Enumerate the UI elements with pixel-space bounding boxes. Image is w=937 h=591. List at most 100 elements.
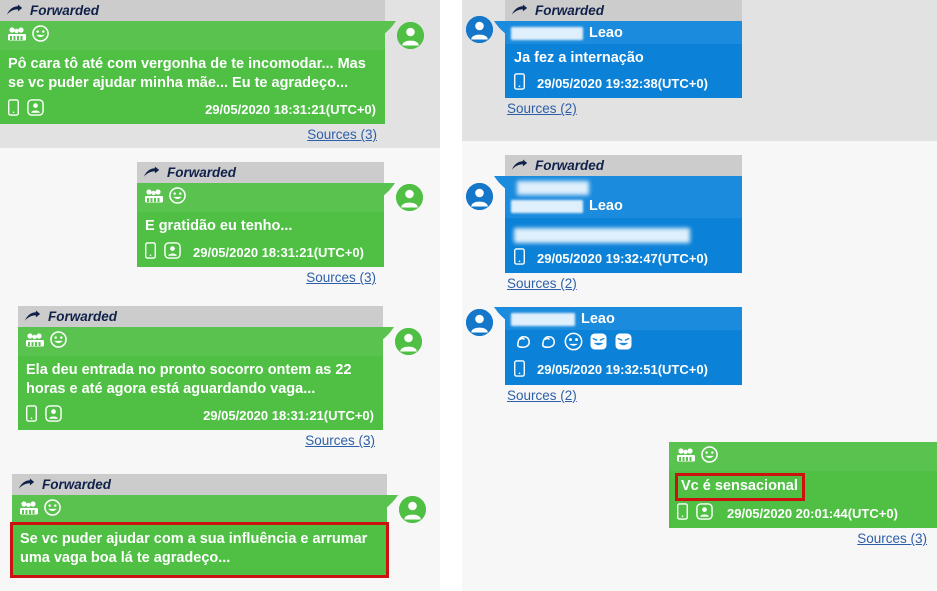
message-bubble-outgoing[interactable]: Pô cara tô até com vergonha de te incomo… [0,21,396,125]
avatar [466,183,493,210]
message-meta: 29/05/2020 20:01:44(UTC+0) [669,501,937,528]
bubble-header [137,183,384,212]
message-timestamp: 29/05/2020 19:32:38(UTC+0) [537,75,708,91]
grinning-face-emoji [50,331,67,353]
sources-link-wrap: Sources (3) [137,267,384,291]
message-row[interactable]: Forwarded [0,298,440,464]
forwarded-arrow-icon [143,166,160,179]
bubble-header [18,327,383,356]
bubble-header [669,442,937,471]
message-timestamp: 29/05/2020 19:32:51(UTC+0) [537,362,708,378]
message-row[interactable]: Forwarded Leao 29/05/2020 19:32:47(UTC+0… [462,141,937,299]
forwarded-banner: Forwarded [505,0,742,21]
bubble-header [12,495,387,524]
sources-link[interactable]: Sources (3) [307,127,377,142]
flexed-biceps-emoji [514,332,533,356]
right-conversation-panel: Forwarded Leao Ja fez a internação 29/05… [462,0,937,591]
grinning-face-emoji [701,446,718,468]
message-text: Ja fez a internação [514,50,644,66]
bubble-header: Leao [505,307,742,330]
panel-divider [440,0,462,591]
forwarded-arrow-icon [24,310,41,323]
forwarded-label: Forwarded [48,309,118,324]
phone-icon [514,73,525,93]
redacted-name-bar [511,26,583,40]
message-meta: 29/05/2020 18:31:21(UTC+0) [137,240,384,267]
phone-icon [514,248,525,268]
phone-icon [677,503,688,523]
bubble-tail-icon [494,21,506,47]
forwarded-banner: Forwarded [18,306,383,327]
message-meta: 29/05/2020 18:31:21(UTC+0) [0,97,385,124]
message-text-redacted [505,218,742,246]
bubble-tail-icon [382,327,394,353]
message-bubble-outgoing[interactable]: E gratidão eu tenho... 29/05/2020 18:31:… [137,183,395,268]
sources-link[interactable]: Sources (3) [306,270,376,285]
contacts-icon [27,99,44,119]
avatar [399,496,426,523]
sources-link[interactable]: Sources (3) [305,433,375,448]
bubble-header [0,21,385,50]
laughing-face-emoji [589,332,608,356]
sources-link-wrap: Sources (2) [505,385,742,409]
laughing-face-emoji [614,332,633,356]
message-text-highlighted: Vc é sensacional [675,472,805,502]
redacted-name-bar [517,181,589,195]
sender-name: Leao [511,311,615,327]
forwarded-label: Forwarded [535,3,605,18]
avatar [466,16,493,43]
avatar [395,328,422,355]
message-bubble-outgoing[interactable]: Vc é sensacional 29/05/2020 20:01:44(UTC… [669,442,937,529]
contacts-icon [45,405,62,425]
message-bubble-outgoing[interactable]: Ela deu entrada no pronto socorro ontem … [18,327,394,431]
sources-link-wrap: Sources (2) [505,98,742,122]
sources-link[interactable]: Sources (2) [507,101,577,116]
phone-icon [26,405,37,425]
redacted-name-bar [511,312,575,326]
forwarded-banner: Forwarded [505,155,742,176]
message-text: Pô cara tô até com vergonha de te incomo… [8,56,366,92]
left-conversation-panel: Forwarded Pô cara tô até com vergonha de… [0,0,440,591]
message-emoji-row [505,330,742,358]
message-bubble-outgoing[interactable]: Se vc puder ajudar com a sua influência … [10,495,398,579]
message-row[interactable]: Forwarded [0,0,440,148]
phone-icon [145,242,156,262]
winking-tongue-face-emoji [564,332,583,356]
message-row[interactable]: Forwarded Leao Ja fez a internação 29/05… [462,0,937,141]
message-text: E gratidão eu tenho... [145,218,293,234]
bubble-tail-icon [384,21,396,47]
forwarded-label: Forwarded [30,3,100,18]
sources-link-wrap: Sources (3) [18,430,383,454]
sources-link[interactable]: Sources (3) [857,531,927,546]
sender-name: Leao [511,181,623,214]
avatar [397,22,424,49]
contacts-icon [696,503,713,523]
sender-name: Leao [511,25,623,41]
bubble-tail-icon [494,176,506,202]
message-row[interactable]: Vc é sensacional 29/05/2020 20:01:44(UTC… [462,432,937,591]
grinning-face-emoji [44,499,61,521]
sources-link[interactable]: Sources (2) [507,388,577,403]
message-meta: 29/05/2020 19:32:38(UTC+0) [505,71,742,98]
flexed-biceps-emoji [539,332,558,356]
forwarded-banner: Forwarded [0,0,385,21]
group-icon [676,447,696,468]
avatar [466,309,493,336]
message-bubble-incoming[interactable]: Leao Ja fez a internação 29/05/2020 19:3… [494,21,742,99]
message-timestamp: 29/05/2020 20:01:44(UTC+0) [727,505,898,521]
message-timestamp: 29/05/2020 18:31:21(UTC+0) [203,407,374,423]
message-row[interactable]: Forwarded [0,148,440,298]
message-row[interactable]: Forwarded [0,464,440,591]
message-row[interactable]: Leao 29/05/2020 19:32:51(UTC+0) Sources … [462,299,937,432]
message-text-highlighted: Se vc puder ajudar com a sua influência … [10,521,389,579]
group-icon [7,26,27,47]
message-bubble-incoming[interactable]: Leao 29/05/2020 19:32:51(UTC+0) [494,307,742,385]
forwarded-label: Forwarded [42,477,112,492]
message-text: Ela deu entrada no pronto socorro ontem … [26,362,352,398]
message-bubble-incoming[interactable]: Leao 29/05/2020 19:32:47(UTC+0) [494,176,742,273]
bubble-tail-icon [494,307,506,333]
forwarded-banner: Forwarded [12,474,387,495]
sources-link[interactable]: Sources (2) [507,276,577,291]
bubble-tail-icon [386,495,398,521]
forwarded-arrow-icon [511,159,528,172]
